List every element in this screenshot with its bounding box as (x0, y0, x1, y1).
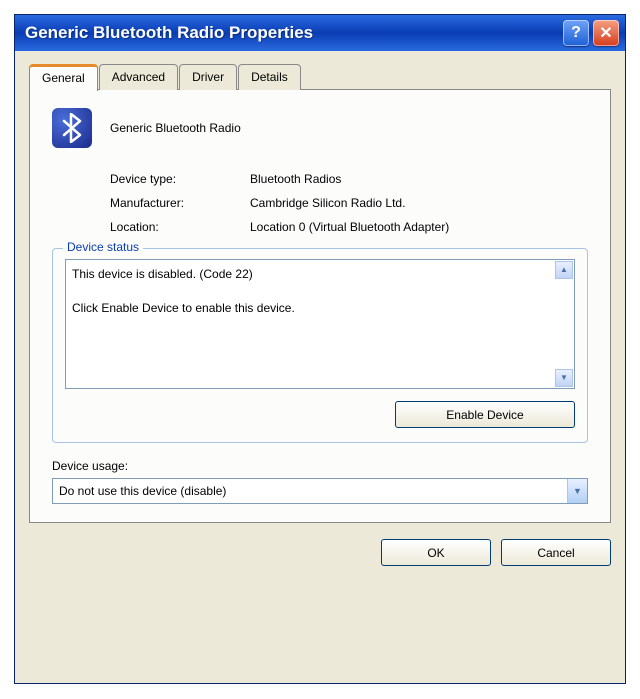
tab-general[interactable]: General (29, 64, 98, 91)
help-button[interactable]: ? (563, 20, 589, 46)
dropdown-selected-value: Do not use this device (disable) (53, 484, 567, 498)
enable-device-button[interactable]: Enable Device (395, 401, 575, 428)
button-label: Cancel (537, 546, 574, 560)
tab-details[interactable]: Details (238, 64, 301, 90)
status-button-row: Enable Device (65, 401, 575, 428)
tab-label: Driver (192, 70, 224, 84)
property-row: Device type: Bluetooth Radios (110, 172, 588, 186)
chevron-up-icon: ▲ (560, 264, 568, 275)
tab-label: General (42, 71, 85, 85)
device-usage-section: Device usage: Do not use this device (di… (52, 459, 588, 504)
device-usage-label: Device usage: (52, 459, 588, 473)
dialog-button-row: OK Cancel (29, 539, 611, 566)
status-line: Click Enable Device to enable this devic… (72, 300, 554, 317)
tab-label: Details (251, 70, 288, 84)
location-value: Location 0 (Virtual Bluetooth Adapter) (250, 220, 449, 234)
chevron-down-icon: ▼ (560, 372, 568, 383)
scroll-up-button[interactable]: ▲ (555, 261, 573, 279)
manufacturer-label: Manufacturer: (110, 196, 250, 210)
chevron-down-icon: ▼ (573, 486, 582, 496)
properties-dialog: Generic Bluetooth Radio Properties ? ✕ G… (14, 14, 626, 684)
device-header: Generic Bluetooth Radio (52, 108, 588, 148)
device-type-value: Bluetooth Radios (250, 172, 341, 186)
manufacturer-value: Cambridge Silicon Radio Ltd. (250, 196, 405, 210)
property-row: Manufacturer: Cambridge Silicon Radio Lt… (110, 196, 588, 210)
close-button[interactable]: ✕ (593, 20, 619, 46)
button-label: Enable Device (446, 408, 523, 422)
tab-label: Advanced (112, 70, 165, 84)
button-label: OK (427, 546, 444, 560)
device-name: Generic Bluetooth Radio (110, 121, 241, 135)
device-status-legend: Device status (63, 240, 143, 254)
property-row: Location: Location 0 (Virtual Bluetooth … (110, 220, 588, 234)
location-label: Location: (110, 220, 250, 234)
ok-button[interactable]: OK (381, 539, 491, 566)
tab-strip: General Advanced Driver Details (29, 63, 611, 90)
help-icon: ? (571, 24, 581, 42)
client-area: General Advanced Driver Details Generic … (15, 51, 625, 683)
dropdown-button[interactable]: ▼ (567, 479, 587, 503)
device-usage-dropdown[interactable]: Do not use this device (disable) ▼ (52, 478, 588, 504)
bluetooth-glyph (61, 113, 83, 143)
window-title: Generic Bluetooth Radio Properties (25, 23, 563, 43)
device-status-group: Device status This device is disabled. (… (52, 248, 588, 443)
device-properties: Device type: Bluetooth Radios Manufactur… (110, 172, 588, 234)
cancel-button[interactable]: Cancel (501, 539, 611, 566)
status-line: This device is disabled. (Code 22) (72, 266, 554, 283)
device-type-label: Device type: (110, 172, 250, 186)
tab-driver[interactable]: Driver (179, 64, 237, 90)
tab-panel-general: Generic Bluetooth Radio Device type: Blu… (29, 89, 611, 523)
bluetooth-icon (52, 108, 92, 148)
tab-advanced[interactable]: Advanced (99, 64, 178, 90)
titlebar[interactable]: Generic Bluetooth Radio Properties ? ✕ (15, 15, 625, 51)
scroll-down-button[interactable]: ▼ (555, 369, 573, 387)
close-icon: ✕ (599, 23, 612, 43)
device-status-text[interactable]: This device is disabled. (Code 22) Click… (65, 259, 575, 389)
titlebar-buttons: ? ✕ (563, 20, 619, 46)
